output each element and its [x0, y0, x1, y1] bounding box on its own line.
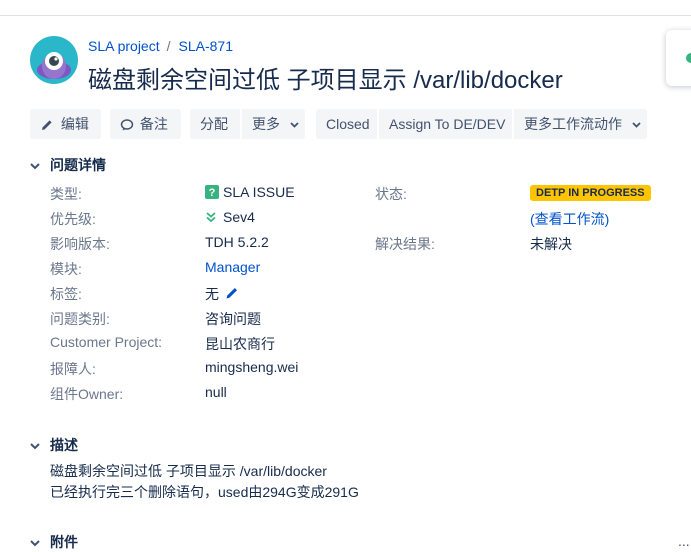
reporter-value[interactable]: mingsheng.wei	[205, 359, 298, 375]
twisty-icon	[30, 163, 40, 170]
category-label: 问题类别:	[50, 311, 110, 327]
attachments-toggle[interactable]: 附件	[30, 532, 78, 552]
owner-value[interactable]: null	[205, 384, 227, 400]
view-workflow-link[interactable]: (查看工作流)	[530, 209, 609, 229]
assign-to-dev-label: Assign To DE/DEV	[389, 116, 506, 132]
description-toggle[interactable]: 描述	[30, 435, 78, 455]
customer-label: Customer Project:	[50, 334, 163, 350]
edit-label: 编辑	[60, 116, 89, 132]
edit-labels-icon[interactable]	[225, 286, 239, 300]
component-label: 模块:	[50, 261, 82, 277]
labels-label: 标签:	[50, 286, 82, 302]
affects-label: 影响版本:	[50, 236, 110, 252]
chevron-down-icon	[290, 122, 299, 129]
customer-value[interactable]: 昆山农商行	[205, 334, 275, 354]
priority-value: Sev4	[205, 209, 255, 225]
closed-button[interactable]: Closed	[316, 109, 377, 139]
component-link[interactable]: Manager	[205, 259, 260, 275]
priority-label: 优先级:	[50, 211, 96, 227]
status-dot-icon	[686, 53, 691, 63]
issue-title[interactable]: 磁盘剩余空间过低 子项目显示 /var/lib/docker	[88, 60, 563, 95]
priority-text: Sev4	[223, 209, 255, 225]
labels-text: 无	[205, 286, 219, 302]
breadcrumb: SLA project / SLA-871	[88, 38, 233, 54]
monster-avatar-icon	[37, 52, 71, 79]
comment-icon	[120, 119, 134, 131]
assign-button[interactable]: 分配	[190, 109, 240, 139]
assign-label: 分配	[200, 116, 228, 132]
resolution-value: 未解决	[530, 236, 572, 252]
closed-label: Closed	[326, 116, 370, 132]
more-label: 更多	[252, 116, 280, 132]
labels-value: 无	[205, 284, 239, 304]
owner-label: 组件Owner:	[50, 386, 124, 402]
type-value: ? SLA ISSUE	[205, 184, 295, 200]
type-text: SLA ISSUE	[223, 184, 295, 200]
status-badge: DETP IN PROGRESS	[530, 185, 651, 201]
project-avatar[interactable]	[30, 36, 78, 84]
breadcrumb-issue-key[interactable]: SLA-871	[179, 38, 233, 54]
category-value[interactable]: 咨询问题	[205, 309, 261, 329]
more-workflow-label: 更多工作流动作	[524, 116, 622, 132]
affects-value[interactable]: TDH 5.2.2	[205, 234, 269, 250]
twisty-icon	[30, 443, 40, 450]
more-workflow-button[interactable]: 更多工作流动作	[514, 109, 647, 139]
description-line-1[interactable]: 磁盘剩余空间过低 子项目显示 /var/lib/docker	[50, 461, 327, 481]
pencil-icon	[42, 120, 52, 131]
chevron-down-icon	[632, 122, 641, 129]
twisty-icon	[30, 540, 40, 547]
description-line-2[interactable]: 已经执行完三个删除语句，used由294G变成291G	[50, 482, 359, 502]
comment-button[interactable]: 备注	[110, 109, 181, 139]
edit-button[interactable]: 编辑	[30, 109, 101, 139]
floating-panel[interactable]	[666, 30, 691, 86]
attachments-more-button[interactable]: ...	[678, 533, 690, 549]
description-heading: 描述	[50, 437, 78, 453]
status-label: 状态:	[375, 186, 407, 202]
resolution-label: 解决结果:	[375, 236, 435, 252]
details-toggle[interactable]: 问题详情	[30, 155, 106, 175]
reporter-label: 报障人:	[50, 361, 96, 377]
issue-type-icon: ?	[205, 185, 219, 199]
svg-text:?: ?	[209, 187, 216, 199]
priority-low-icon	[206, 212, 216, 223]
breadcrumb-project[interactable]: SLA project	[88, 38, 160, 54]
details-heading: 问题详情	[50, 157, 106, 173]
assign-to-dev-button[interactable]: Assign To DE/DEV	[379, 109, 512, 139]
more-button[interactable]: 更多	[242, 109, 305, 139]
top-bar	[0, 0, 691, 16]
type-label: 类型:	[50, 186, 82, 202]
comment-label: 备注	[139, 116, 168, 132]
